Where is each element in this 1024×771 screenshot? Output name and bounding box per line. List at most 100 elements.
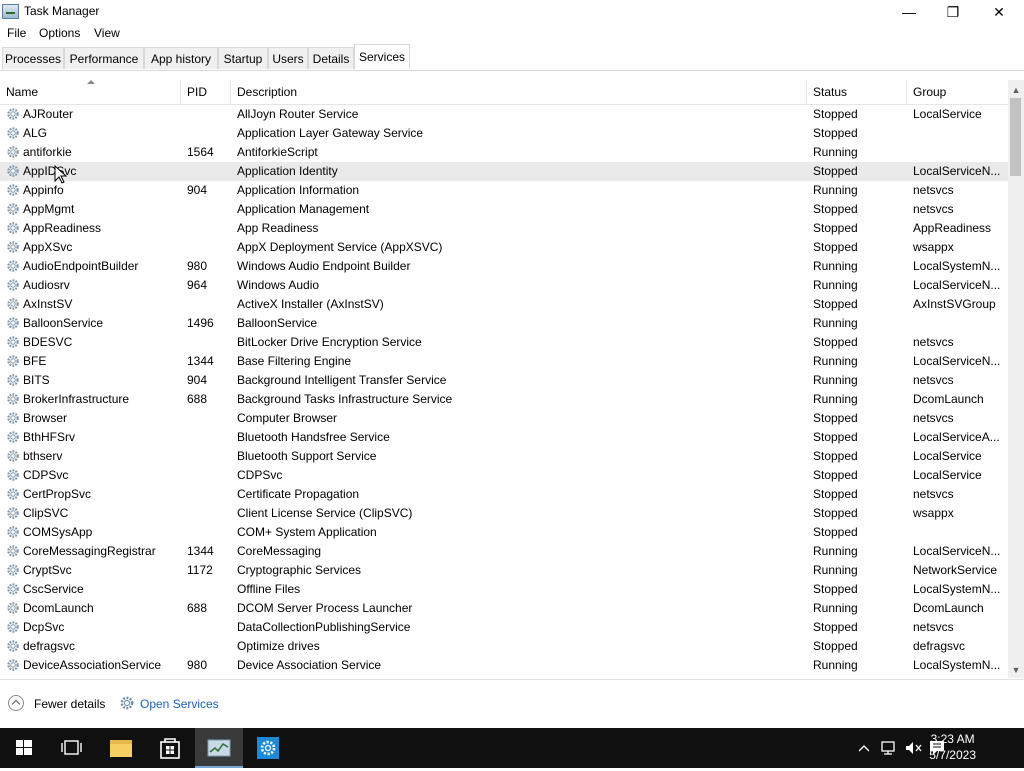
scroll-down-icon[interactable]: ▼ — [1008, 662, 1024, 678]
tab-performance[interactable]: Performance — [64, 47, 144, 69]
service-pid — [187, 219, 231, 238]
chevron-up-icon[interactable] — [8, 695, 24, 711]
service-description: CoreMessaging — [237, 544, 322, 558]
column-header: Name PID Description Status Group — [0, 80, 1008, 105]
service-description: Application Layer Gateway Service — [237, 126, 424, 140]
table-row[interactable]: CertPropSvc Certificate Propagation Stoppe… — [0, 485, 1008, 504]
tab-app-history[interactable]: App history — [144, 47, 218, 69]
file-explorer-button[interactable] — [97, 728, 145, 768]
title-bar: Task Manager — ❐ ✕ — [0, 0, 1024, 24]
fewer-details-button[interactable]: Fewer details — [34, 697, 105, 711]
service-description: DCOM Server Process Launcher — [237, 601, 413, 615]
service-name: CDPSvc — [23, 468, 69, 482]
tab-processes[interactable]: Processes — [2, 47, 64, 69]
service-pid: 1564 — [187, 145, 214, 159]
service-group: LocalService — [913, 468, 982, 482]
table-row[interactable]: DeviceAssociationService 980 Device Associ… — [0, 656, 1008, 675]
service-description: Computer Browser — [237, 411, 338, 425]
table-row[interactable]: CDPSvc CDPSvc Stopped LocalService — [0, 466, 1008, 485]
table-row[interactable]: DcomLaunch 688 DCOM Server Process Launche… — [0, 599, 1008, 618]
service-group: NetworkService — [913, 563, 998, 577]
table-row[interactable]: BalloonService 1496 BalloonService Running — [0, 314, 1008, 333]
network-icon[interactable] — [880, 740, 898, 756]
scrollbar-thumb[interactable] — [1010, 98, 1021, 176]
table-row[interactable]: AudioEndpointBuilder 980 Windows Audio End… — [0, 257, 1008, 276]
task-view-button[interactable] — [48, 728, 96, 768]
menu-view[interactable]: View — [94, 26, 120, 40]
store-button[interactable] — [146, 728, 194, 768]
window-title: Task Manager — [24, 4, 100, 18]
service-status: Running — [813, 145, 858, 159]
service-status: Running — [813, 259, 858, 273]
service-group — [913, 523, 1005, 542]
service-pid — [187, 105, 231, 124]
column-name[interactable]: Name — [0, 80, 181, 104]
service-status: Stopped — [813, 487, 858, 501]
tab-services[interactable]: Services — [354, 44, 410, 69]
service-gear-icon — [7, 412, 19, 424]
table-row[interactable]: COMSysApp COM+ System Application Stopped — [0, 523, 1008, 542]
column-description[interactable]: Description — [231, 80, 807, 104]
tab-strip: Processes Performance App history Startu… — [0, 44, 1024, 71]
table-row[interactable]: ClipSVC Client License Service (ClipSVC) S… — [0, 504, 1008, 523]
table-row[interactable]: CryptSvc 1172 Cryptographic Services Runnin… — [0, 561, 1008, 580]
menu-options[interactable]: Options — [39, 26, 80, 40]
open-services-link[interactable]: Open Services — [140, 697, 219, 711]
service-status: Running — [813, 316, 858, 330]
table-row[interactable]: AppMgmt Application Management Stopped nets… — [0, 200, 1008, 219]
column-pid[interactable]: PID — [181, 80, 231, 104]
service-pid — [187, 485, 231, 504]
service-description: Optimize drives — [237, 639, 320, 653]
scroll-up-icon[interactable]: ▲ — [1008, 82, 1024, 98]
tab-details[interactable]: Details — [308, 47, 354, 69]
table-row[interactable]: AppXSvc AppX Deployment Service (AppXSVC)… — [0, 238, 1008, 257]
task-manager-taskbar-button[interactable] — [195, 728, 243, 768]
table-row[interactable]: BthHFSrv Bluetooth Handsfree Service Stopp… — [0, 428, 1008, 447]
service-gear-icon — [7, 317, 19, 329]
table-row[interactable]: Appinfo 904 Application Information Running… — [0, 181, 1008, 200]
table-row[interactable]: CoreMessagingRegistrar 1344 CoreMessaging R… — [0, 542, 1008, 561]
table-row[interactable]: AppReadiness App Readiness Stopped AppReadi… — [0, 219, 1008, 238]
column-status[interactable]: Status — [807, 80, 907, 104]
settings-taskbar-button[interactable] — [244, 728, 292, 768]
table-row[interactable]: Browser Computer Browser Stopped netsvcs — [0, 409, 1008, 428]
service-gear-icon — [7, 450, 19, 462]
service-group: wsappx — [913, 506, 954, 520]
service-pid — [187, 428, 231, 447]
table-row[interactable]: BrokerInfrastructure 688 Background Tasks … — [0, 390, 1008, 409]
table-row[interactable]: BITS 904 Background Intelligent Transfer S… — [0, 371, 1008, 390]
table-row[interactable]: DcpSvc DataCollectionPublishingService Sto… — [0, 618, 1008, 637]
volume-muted-icon[interactable] — [904, 740, 924, 756]
table-row[interactable]: defragsvc Optimize drives Stopped defragsvc — [0, 637, 1008, 656]
table-row[interactable]: bthserv Bluetooth Support Service Stopped L… — [0, 447, 1008, 466]
service-gear-icon — [7, 507, 19, 519]
service-gear-icon — [7, 279, 19, 291]
minimize-button[interactable]: — — [886, 0, 932, 24]
close-button[interactable]: ✕ — [976, 0, 1022, 24]
service-group: AxInstSVGroup — [913, 297, 996, 311]
service-status: Stopped — [813, 639, 858, 653]
service-description: Bluetooth Support Service — [237, 449, 377, 463]
table-row[interactable]: AJRouter AllJoyn Router Service Stopped Loc… — [0, 105, 1008, 124]
service-gear-icon — [7, 393, 19, 405]
maximize-button[interactable]: ❐ — [930, 0, 976, 24]
service-status: Stopped — [813, 126, 858, 140]
service-name: CertPropSvc — [23, 487, 92, 501]
table-row[interactable]: BDESVC BitLocker Drive Encryption Service… — [0, 333, 1008, 352]
start-button[interactable] — [0, 728, 48, 768]
table-row[interactable]: AxInstSV ActiveX Installer (AxInstSV) Stop… — [0, 295, 1008, 314]
table-row[interactable]: antiforkie 1564 AntiforkieScript Running — [0, 143, 1008, 162]
table-row[interactable]: Audiosrv 964 Windows Audio Running LocalServ… — [0, 276, 1008, 295]
table-row[interactable]: CscService Offline Files Stopped LocalSyste… — [0, 580, 1008, 599]
tab-startup[interactable]: Startup — [218, 47, 268, 69]
service-group: LocalSystemN... — [913, 658, 1001, 672]
table-row[interactable]: BFE 1344 Base Filtering Engine Running Local… — [0, 352, 1008, 371]
action-center-icon[interactable] — [928, 739, 946, 757]
table-row[interactable]: AppIDSvc Application Identity Stopped Local… — [0, 162, 1008, 181]
chevron-up-tray-icon[interactable] — [856, 740, 872, 756]
table-row[interactable]: ALG Application Layer Gateway Service Stop… — [0, 124, 1008, 143]
tab-users[interactable]: Users — [268, 47, 308, 69]
column-group[interactable]: Group — [907, 80, 1008, 104]
menu-file[interactable]: File — [7, 26, 26, 40]
service-description: BitLocker Drive Encryption Service — [237, 335, 422, 349]
